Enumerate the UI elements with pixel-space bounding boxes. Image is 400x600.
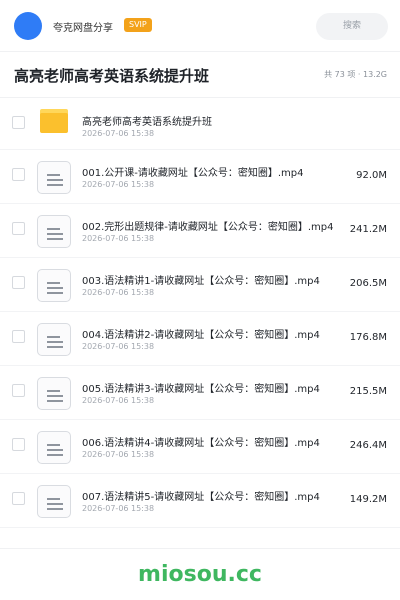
list-item[interactable]: 002.完形出题规律-请收藏网址【公众号：密知圈】.mp4 2026-07-06…: [0, 204, 400, 258]
document-icon: [37, 269, 71, 302]
brand-watermark: miosou.cc: [138, 562, 262, 587]
item-size: 241.2M: [349, 224, 387, 235]
item-size: 215.5M: [349, 386, 387, 397]
document-icon: [37, 377, 71, 410]
item-checkbox[interactable]: [12, 222, 25, 235]
list-item[interactable]: 003.语法精讲1-请收藏网址【公众号：密知圈】.mp4 2026-07-06 …: [0, 258, 400, 312]
document-icon: [37, 161, 71, 194]
svip-badge: SVIP: [124, 18, 152, 32]
share-name: 夸克网盘分享: [53, 23, 113, 34]
item-date: 2026-07-06 15:38: [82, 396, 155, 405]
item-date: 2026-07-06 15:38: [82, 288, 155, 297]
avatar[interactable]: [14, 12, 42, 40]
item-name: 007.语法精讲5-请收藏网址【公众号：密知圈】.mp4: [82, 492, 320, 503]
folder-header: 高亮老师高考英语系统提升班 共 73 项 · 13.2G: [0, 52, 400, 98]
file-list: 高亮老师高考英语系统提升班 2026-07-06 15:38 001.公开课-请…: [0, 98, 400, 528]
search-input[interactable]: 搜索: [316, 13, 388, 40]
item-name: 003.语法精讲1-请收藏网址【公众号：密知圈】.mp4: [82, 276, 320, 287]
item-checkbox[interactable]: [12, 168, 25, 181]
item-size: 92.0M: [356, 170, 387, 181]
item-checkbox[interactable]: [12, 384, 25, 397]
document-icon: [37, 323, 71, 356]
page-title: 高亮老师高考英语系统提升班: [14, 67, 210, 85]
item-date: 2026-07-06 15:38: [82, 504, 155, 513]
item-name: 005.语法精讲3-请收藏网址【公众号：密知圈】.mp4: [82, 384, 320, 395]
item-checkbox[interactable]: [12, 116, 25, 129]
item-date: 2026-07-06 15:38: [82, 180, 155, 189]
folder-icon: [40, 109, 68, 133]
item-size: 176.8M: [349, 332, 387, 343]
item-date: 2026-07-06 15:38: [82, 234, 155, 243]
item-name: 004.语法精讲2-请收藏网址【公众号：密知圈】.mp4: [82, 330, 320, 341]
top-bar: 夸克网盘分享 SVIP 搜索: [0, 0, 400, 52]
item-date: 2026-07-06 15:38: [82, 450, 155, 459]
document-icon: [37, 431, 71, 464]
list-item[interactable]: 004.语法精讲2-请收藏网址【公众号：密知圈】.mp4 2026-07-06 …: [0, 312, 400, 366]
list-item[interactable]: 005.语法精讲3-请收藏网址【公众号：密知圈】.mp4 2026-07-06 …: [0, 366, 400, 420]
item-checkbox[interactable]: [12, 276, 25, 289]
list-item[interactable]: 006.语法精讲4-请收藏网址【公众号：密知圈】.mp4 2026-07-06 …: [0, 420, 400, 474]
item-checkbox[interactable]: [12, 492, 25, 505]
item-name: 001.公开课-请收藏网址【公众号：密知圈】.mp4: [82, 168, 304, 179]
item-size: 149.2M: [349, 494, 387, 505]
list-item[interactable]: 001.公开课-请收藏网址【公众号：密知圈】.mp4 2026-07-06 15…: [0, 150, 400, 204]
item-size: 246.4M: [349, 440, 387, 451]
item-name: 高亮老师高考英语系统提升班: [82, 117, 212, 128]
item-name: 006.语法精讲4-请收藏网址【公众号：密知圈】.mp4: [82, 438, 320, 449]
document-icon: [37, 215, 71, 248]
list-item[interactable]: 007.语法精讲5-请收藏网址【公众号：密知圈】.mp4 2026-07-06 …: [0, 474, 400, 528]
item-name: 002.完形出题规律-请收藏网址【公众号：密知圈】.mp4: [82, 222, 334, 233]
item-date: 2026-07-06 15:38: [82, 342, 155, 351]
footer-divider: [0, 548, 400, 549]
item-checkbox[interactable]: [12, 438, 25, 451]
document-icon: [37, 485, 71, 518]
list-item[interactable]: 高亮老师高考英语系统提升班 2026-07-06 15:38: [0, 98, 400, 150]
item-size: 206.5M: [349, 278, 387, 289]
folder-meta: 共 73 项 · 13.2G: [324, 70, 387, 79]
item-checkbox[interactable]: [12, 330, 25, 343]
item-date: 2026-07-06 15:38: [82, 129, 155, 138]
